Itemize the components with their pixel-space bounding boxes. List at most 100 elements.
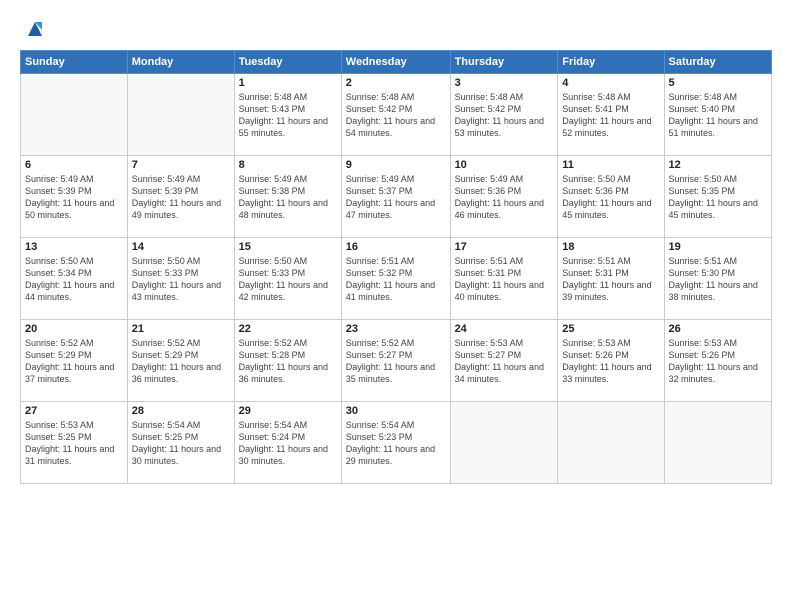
calendar-cell: 17 Sunrise: 5:51 AMSunset: 5:31 PMDayligh… [450,238,558,320]
weekday-header-thursday: Thursday [450,51,558,74]
calendar-cell: 11 Sunrise: 5:50 AMSunset: 5:36 PMDayligh… [558,156,664,238]
calendar-cell: 22 Sunrise: 5:52 AMSunset: 5:28 PMDayligh… [234,320,341,402]
day-info: Sunrise: 5:53 AMSunset: 5:25 PMDaylight:… [25,419,123,468]
day-number: 25 [562,323,659,335]
day-number: 12 [669,159,767,171]
weekday-header-sunday: Sunday [21,51,128,74]
day-info: Sunrise: 5:50 AMSunset: 5:34 PMDaylight:… [25,255,123,304]
calendar-cell: 18 Sunrise: 5:51 AMSunset: 5:31 PMDayligh… [558,238,664,320]
day-info: Sunrise: 5:52 AMSunset: 5:27 PMDaylight:… [346,337,446,386]
day-number: 11 [562,159,659,171]
day-number: 8 [239,159,337,171]
calendar-cell: 30 Sunrise: 5:54 AMSunset: 5:23 PMDayligh… [341,402,450,484]
day-number: 22 [239,323,337,335]
calendar-cell: 15 Sunrise: 5:50 AMSunset: 5:33 PMDayligh… [234,238,341,320]
logo-icon [24,18,46,40]
day-number: 18 [562,241,659,253]
calendar-cell [127,74,234,156]
day-number: 17 [455,241,554,253]
calendar-cell: 21 Sunrise: 5:52 AMSunset: 5:29 PMDayligh… [127,320,234,402]
calendar-cell: 26 Sunrise: 5:53 AMSunset: 5:26 PMDayligh… [664,320,771,402]
day-info: Sunrise: 5:54 AMSunset: 5:25 PMDaylight:… [132,419,230,468]
calendar-cell: 14 Sunrise: 5:50 AMSunset: 5:33 PMDayligh… [127,238,234,320]
calendar-cell: 16 Sunrise: 5:51 AMSunset: 5:32 PMDayligh… [341,238,450,320]
weekday-header-friday: Friday [558,51,664,74]
calendar-cell: 5 Sunrise: 5:48 AMSunset: 5:40 PMDaylight… [664,74,771,156]
calendar-cell [21,74,128,156]
day-number: 30 [346,405,446,417]
day-number: 16 [346,241,446,253]
calendar-cell: 28 Sunrise: 5:54 AMSunset: 5:25 PMDayligh… [127,402,234,484]
day-info: Sunrise: 5:49 AMSunset: 5:39 PMDaylight:… [132,173,230,222]
day-number: 10 [455,159,554,171]
weekday-header-tuesday: Tuesday [234,51,341,74]
calendar-cell: 29 Sunrise: 5:54 AMSunset: 5:24 PMDayligh… [234,402,341,484]
day-info: Sunrise: 5:48 AMSunset: 5:40 PMDaylight:… [669,91,767,140]
day-info: Sunrise: 5:50 AMSunset: 5:36 PMDaylight:… [562,173,659,222]
day-info: Sunrise: 5:48 AMSunset: 5:41 PMDaylight:… [562,91,659,140]
day-number: 9 [346,159,446,171]
day-info: Sunrise: 5:48 AMSunset: 5:42 PMDaylight:… [455,91,554,140]
day-info: Sunrise: 5:49 AMSunset: 5:39 PMDaylight:… [25,173,123,222]
day-info: Sunrise: 5:53 AMSunset: 5:27 PMDaylight:… [455,337,554,386]
day-info: Sunrise: 5:50 AMSunset: 5:33 PMDaylight:… [132,255,230,304]
day-number: 1 [239,77,337,89]
calendar-cell: 27Sunrise: 5:53 AMSunset: 5:25 PMDayligh… [21,402,128,484]
day-info: Sunrise: 5:53 AMSunset: 5:26 PMDaylight:… [669,337,767,386]
week-row-4: 27Sunrise: 5:53 AMSunset: 5:25 PMDayligh… [21,402,772,484]
weekday-header-wednesday: Wednesday [341,51,450,74]
day-number: 14 [132,241,230,253]
day-info: Sunrise: 5:49 AMSunset: 5:36 PMDaylight:… [455,173,554,222]
day-info: Sunrise: 5:51 AMSunset: 5:31 PMDaylight:… [455,255,554,304]
day-info: Sunrise: 5:53 AMSunset: 5:26 PMDaylight:… [562,337,659,386]
day-number: 13 [25,241,123,253]
calendar: SundayMondayTuesdayWednesdayThursdayFrid… [20,50,772,484]
day-number: 5 [669,77,767,89]
logo [20,18,46,40]
calendar-cell: 23Sunrise: 5:52 AMSunset: 5:27 PMDayligh… [341,320,450,402]
header [20,18,772,40]
calendar-cell: 8Sunrise: 5:49 AMSunset: 5:38 PMDaylight… [234,156,341,238]
calendar-cell [664,402,771,484]
day-number: 6 [25,159,123,171]
calendar-cell: 6 Sunrise: 5:49 AMSunset: 5:39 PMDaylight… [21,156,128,238]
day-number: 28 [132,405,230,417]
day-number: 21 [132,323,230,335]
day-info: Sunrise: 5:51 AMSunset: 5:32 PMDaylight:… [346,255,446,304]
day-number: 7 [132,159,230,171]
day-number: 24 [455,323,554,335]
calendar-cell: 19Sunrise: 5:51 AMSunset: 5:30 PMDayligh… [664,238,771,320]
day-info: Sunrise: 5:50 AMSunset: 5:33 PMDaylight:… [239,255,337,304]
calendar-cell [558,402,664,484]
day-number: 19 [669,241,767,253]
day-number: 29 [239,405,337,417]
day-number: 26 [669,323,767,335]
day-info: Sunrise: 5:48 AMSunset: 5:42 PMDaylight:… [346,91,446,140]
day-info: Sunrise: 5:52 AMSunset: 5:29 PMDaylight:… [25,337,123,386]
calendar-cell: 3Sunrise: 5:48 AMSunset: 5:42 PMDaylight… [450,74,558,156]
day-info: Sunrise: 5:52 AMSunset: 5:28 PMDaylight:… [239,337,337,386]
day-info: Sunrise: 5:52 AMSunset: 5:29 PMDaylight:… [132,337,230,386]
day-info: Sunrise: 5:51 AMSunset: 5:31 PMDaylight:… [562,255,659,304]
calendar-cell: 12Sunrise: 5:50 AMSunset: 5:35 PMDayligh… [664,156,771,238]
day-number: 4 [562,77,659,89]
calendar-cell: 10 Sunrise: 5:49 AMSunset: 5:36 PMDayligh… [450,156,558,238]
page: SundayMondayTuesdayWednesdayThursdayFrid… [0,0,792,612]
calendar-cell: 2Sunrise: 5:48 AMSunset: 5:42 PMDaylight… [341,74,450,156]
day-number: 15 [239,241,337,253]
calendar-cell: 13 Sunrise: 5:50 AMSunset: 5:34 PMDayligh… [21,238,128,320]
day-info: Sunrise: 5:54 AMSunset: 5:24 PMDaylight:… [239,419,337,468]
calendar-cell: 9 Sunrise: 5:49 AMSunset: 5:37 PMDaylight… [341,156,450,238]
calendar-cell: 24 Sunrise: 5:53 AMSunset: 5:27 PMDayligh… [450,320,558,402]
calendar-cell: 20 Sunrise: 5:52 AMSunset: 5:29 PMDayligh… [21,320,128,402]
day-info: Sunrise: 5:54 AMSunset: 5:23 PMDaylight:… [346,419,446,468]
weekday-header-saturday: Saturday [664,51,771,74]
week-row-2: 13 Sunrise: 5:50 AMSunset: 5:34 PMDayligh… [21,238,772,320]
week-row-0: 1Sunrise: 5:48 AMSunset: 5:43 PMDaylight… [21,74,772,156]
day-number: 20 [25,323,123,335]
week-row-3: 20 Sunrise: 5:52 AMSunset: 5:29 PMDayligh… [21,320,772,402]
weekday-header-monday: Monday [127,51,234,74]
calendar-cell: 7 Sunrise: 5:49 AMSunset: 5:39 PMDaylight… [127,156,234,238]
calendar-cell [450,402,558,484]
day-info: Sunrise: 5:49 AMSunset: 5:37 PMDaylight:… [346,173,446,222]
